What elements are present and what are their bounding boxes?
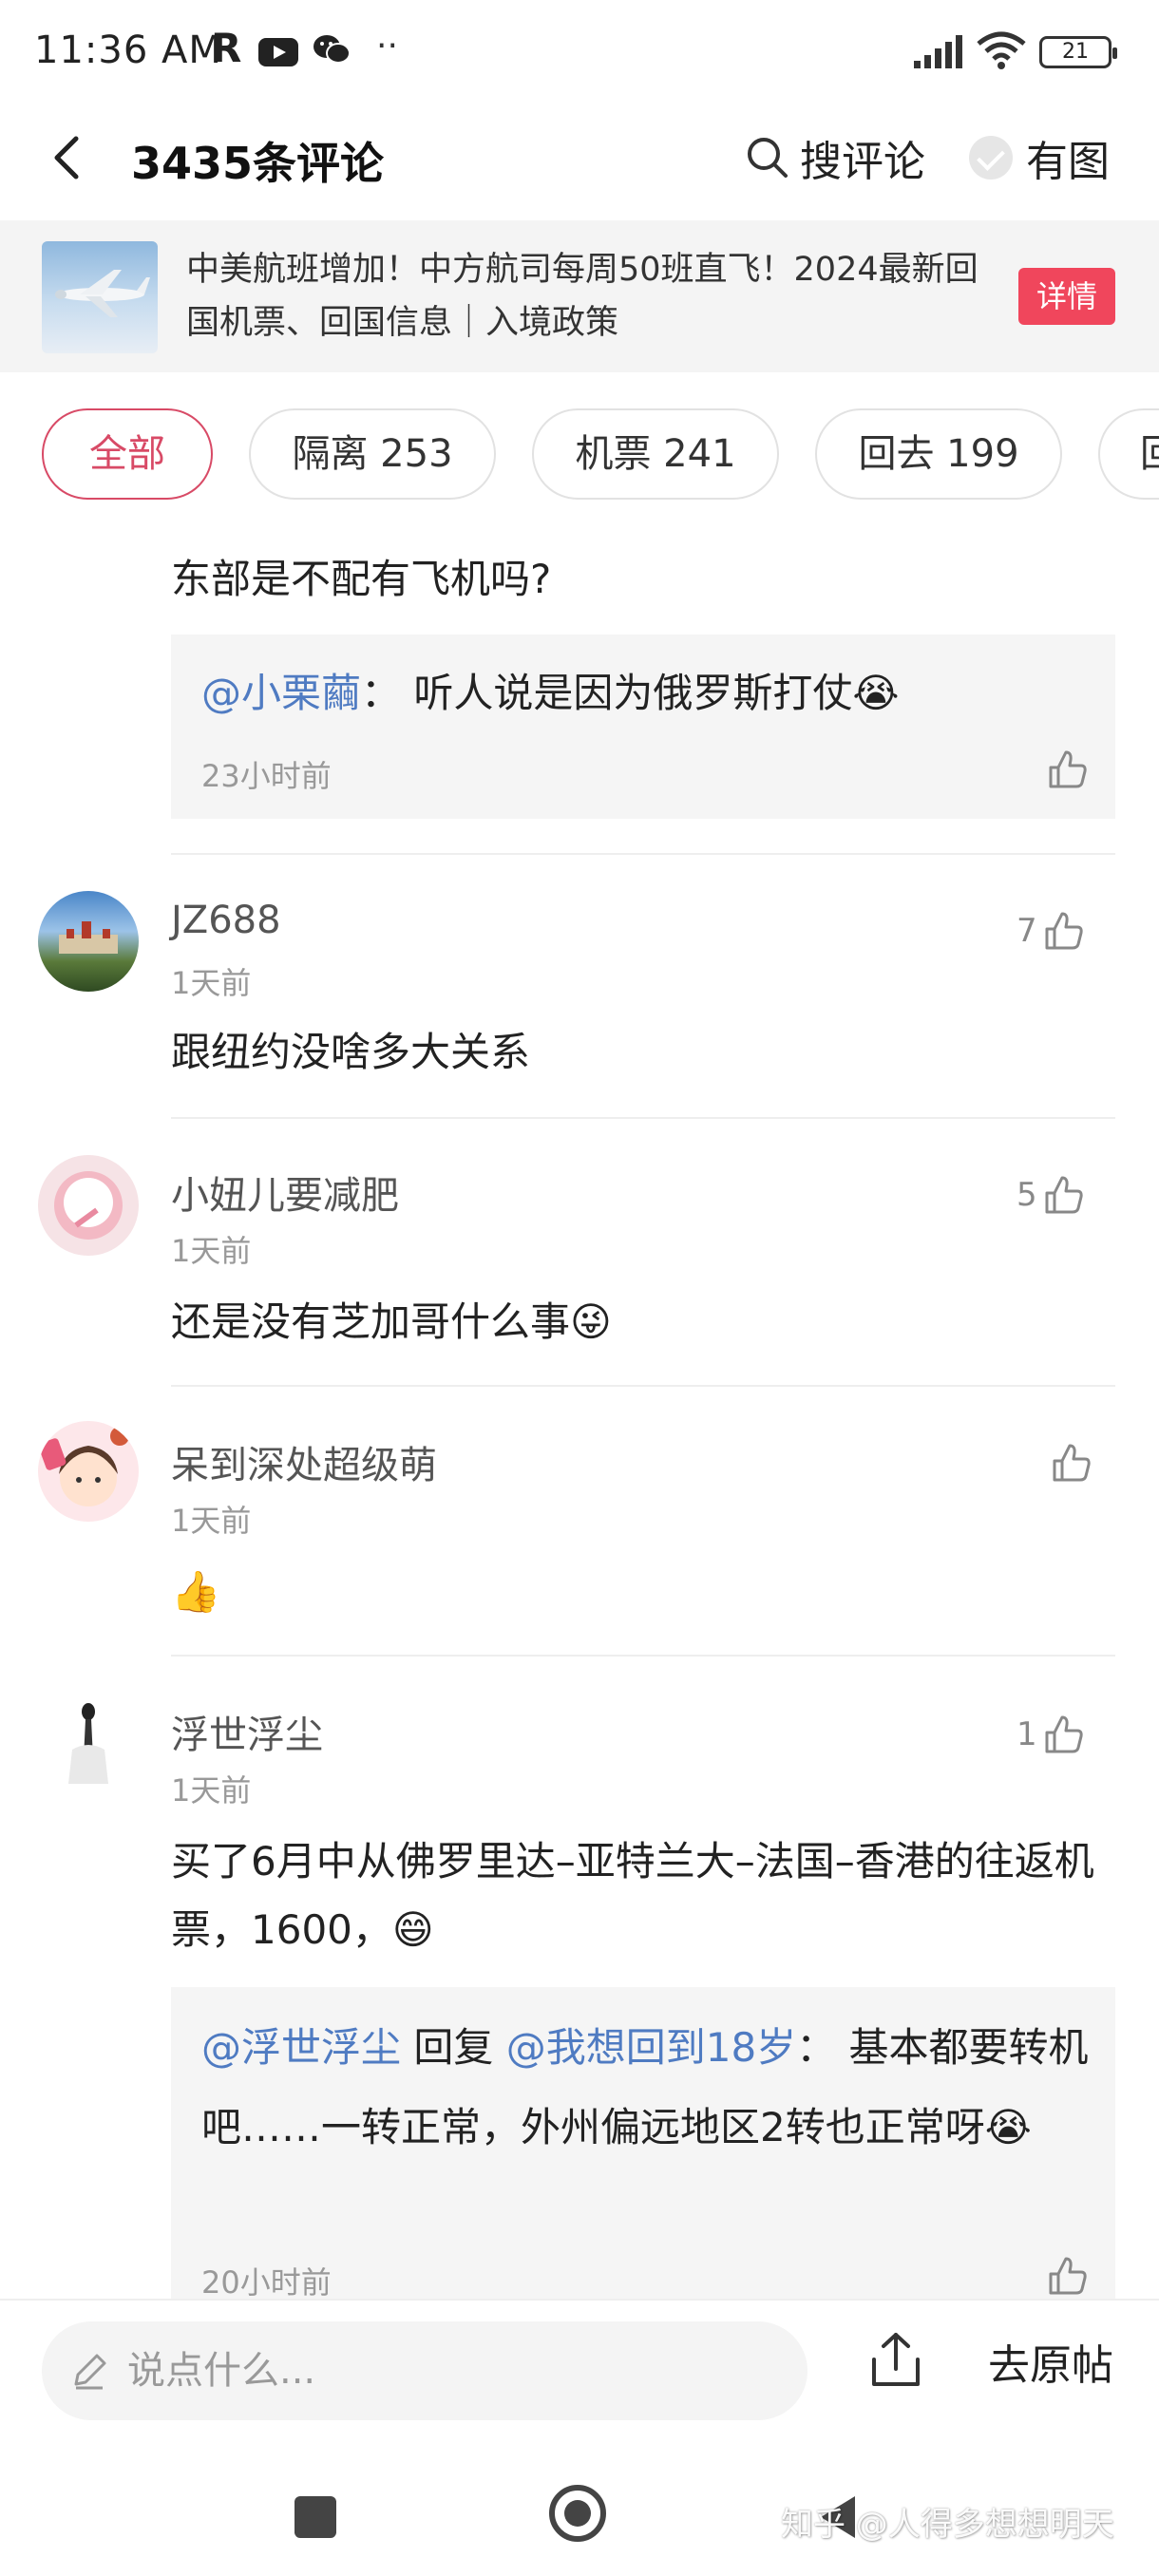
comment-author[interactable]: 小妞儿要减肥 [171,1165,399,1220]
pencil-icon [74,2354,106,2390]
avatar[interactable] [38,1421,139,1522]
reply-separator: ： [361,670,402,716]
airplane-thumbnail [42,241,158,353]
r-app-icon: R [211,25,242,71]
search-comments-button[interactable]: 搜评论 [745,127,925,188]
with-image-filter[interactable]: 有图 [969,127,1110,188]
home-icon[interactable] [549,2485,606,2542]
like-icon [1045,1176,1083,1214]
comment-text: 买了6月中从佛罗里达–亚特兰大–法国–香港的往返机票，1600，😄 [171,1838,1094,1953]
like-icon [1053,1444,1091,1482]
tab-quarantine[interactable]: 隔离 253 [249,408,496,500]
like-button[interactable]: 5 [1016,1172,1087,1218]
app-header: 3435条评论 搜评论 有图 [0,104,1159,220]
search-icon [748,138,788,178]
like-icon [1045,1715,1083,1753]
like-count: 1 [1016,1715,1037,1753]
comment-time: 1天前 [171,965,252,1001]
promo-banner[interactable]: 中美航班增加！中方航司每周50班直飞！2024最新回国机票、回国信息｜入境政策 … [0,220,1159,372]
reply-separator: ： [796,2024,837,2071]
comment-time: 1天前 [171,1503,252,1539]
divider [171,1385,1115,1387]
like-count: 5 [1016,1176,1037,1214]
comment-text: 👍 [171,1568,221,1615]
comment-time: 1天前 [171,1233,252,1269]
comment-input[interactable]: 说点什么... [42,2321,808,2420]
tab-all[interactable]: 全部 [42,408,213,500]
avatar[interactable] [38,1155,139,1256]
comment-time: 1天前 [171,1772,252,1809]
reply-time: 23小时前 [201,758,332,794]
tab-go-back[interactable]: 回去 199 [815,408,1062,500]
reply-box[interactable]: @浮世浮尘 回复 @我想回到18岁： 基本都要转机吧……一转正常，外州偏远地区2… [171,1987,1115,2301]
youtube-icon [258,38,298,66]
divider [171,853,1115,855]
back-arrow-icon[interactable] [42,129,99,186]
signal-icon [914,35,962,68]
like-count: 7 [1016,912,1037,950]
battery-icon: 21 [1039,36,1117,68]
filter-tabs: 全部 隔离 253 机票 241 回去 199 回 [0,399,1159,503]
more-notifications-icon: ·· [376,27,398,66]
comment-text: 东部是不配有飞机吗? [171,556,552,602]
recent-apps-icon[interactable] [294,2496,336,2538]
page-title: 3435条评论 [131,138,385,189]
with-image-label: 有图 [1026,138,1110,186]
checkbox-icon [969,136,1013,180]
divider [171,1655,1115,1657]
reply-mention[interactable]: @小栗繭 [201,670,361,716]
reply-box[interactable]: @小栗繭： 听人说是因为俄罗斯打仗😭 23小时前 [171,635,1115,819]
tab-tickets[interactable]: 机票 241 [532,408,779,500]
reply-word: 回复 [401,2024,506,2071]
wifi-icon [977,31,1026,69]
like-button[interactable] [1045,1440,1094,1486]
like-icon[interactable] [1045,2253,1091,2299]
banner-text: 中美航班增加！中方航司每周50班直飞！2024最新回国机票、回国信息｜入境政策 [186,251,978,342]
goto-original-post-button[interactable]: 去原帖 [988,2331,1113,2392]
detail-button[interactable]: 详情 [1018,268,1115,325]
reply-mention[interactable]: @浮世浮尘 [201,2024,401,2071]
reply-text: 听人说是因为俄罗斯打仗😭 [401,670,900,716]
avatar[interactable] [38,1693,139,1793]
comment-input-bar: 说点什么... 去原帖 [0,2299,1159,2420]
share-icon[interactable] [864,2329,927,2392]
like-icon[interactable] [1045,747,1091,792]
reply-time: 20小时前 [201,2264,332,2301]
watermark: 知乎 @人得多想想明天 [781,2506,1114,2544]
like-button[interactable]: 7 [1016,908,1087,954]
reply-mention[interactable]: @我想回到18岁 [506,2024,796,2071]
like-icon [1045,912,1083,950]
comment-text: 跟纽约没啥多大关系 [171,1029,531,1075]
comment-author[interactable]: JZ688 [171,899,281,942]
input-placeholder: 说点什么... [127,2349,316,2393]
avatar[interactable] [38,891,139,992]
comment-author[interactable]: 浮世浮尘 [171,1704,323,1759]
tab-more[interactable]: 回 [1098,408,1159,500]
wechat-icon [314,35,351,64]
comment-text: 还是没有芝加哥什么事😜 [171,1298,612,1345]
system-nav-bar: 知乎 @人得多想想明天 [0,2451,1159,2576]
status-bar: 11:36 AM R ·· 21 [0,0,1159,104]
search-comments-label: 搜评论 [800,138,925,186]
divider [171,1117,1115,1119]
status-time: 11:36 AM [34,28,222,72]
like-button[interactable]: 1 [1016,1712,1087,1757]
comment-author[interactable]: 呆到深处超级萌 [171,1434,437,1489]
